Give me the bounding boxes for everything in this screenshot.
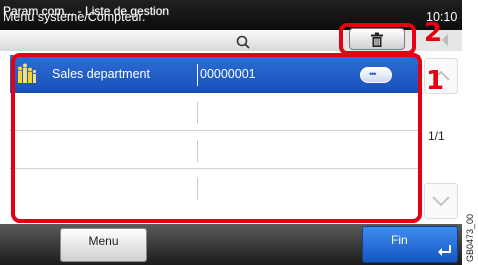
search-icon[interactable] [232, 34, 254, 50]
image-id: GB0473_00 [465, 213, 475, 262]
menu-button[interactable]: Menu [60, 228, 147, 262]
enter-arrow-icon [438, 245, 451, 256]
fin-label: Fin [391, 233, 408, 247]
fin-button[interactable]: Fin [362, 226, 458, 263]
callout-number-1: 1 [426, 66, 445, 96]
chevron-down-icon[interactable] [424, 183, 458, 219]
breadcrumb-bar [0, 30, 345, 51]
back-arrow-icon [442, 34, 448, 46]
breadcrumb: Param com... - Liste de gestion [3, 4, 170, 18]
callout-list-highlight [11, 53, 422, 223]
callout-number-2: 2 [424, 18, 443, 48]
callout-delete-highlight [339, 23, 416, 55]
page-indicator: 1/1 [428, 129, 445, 143]
